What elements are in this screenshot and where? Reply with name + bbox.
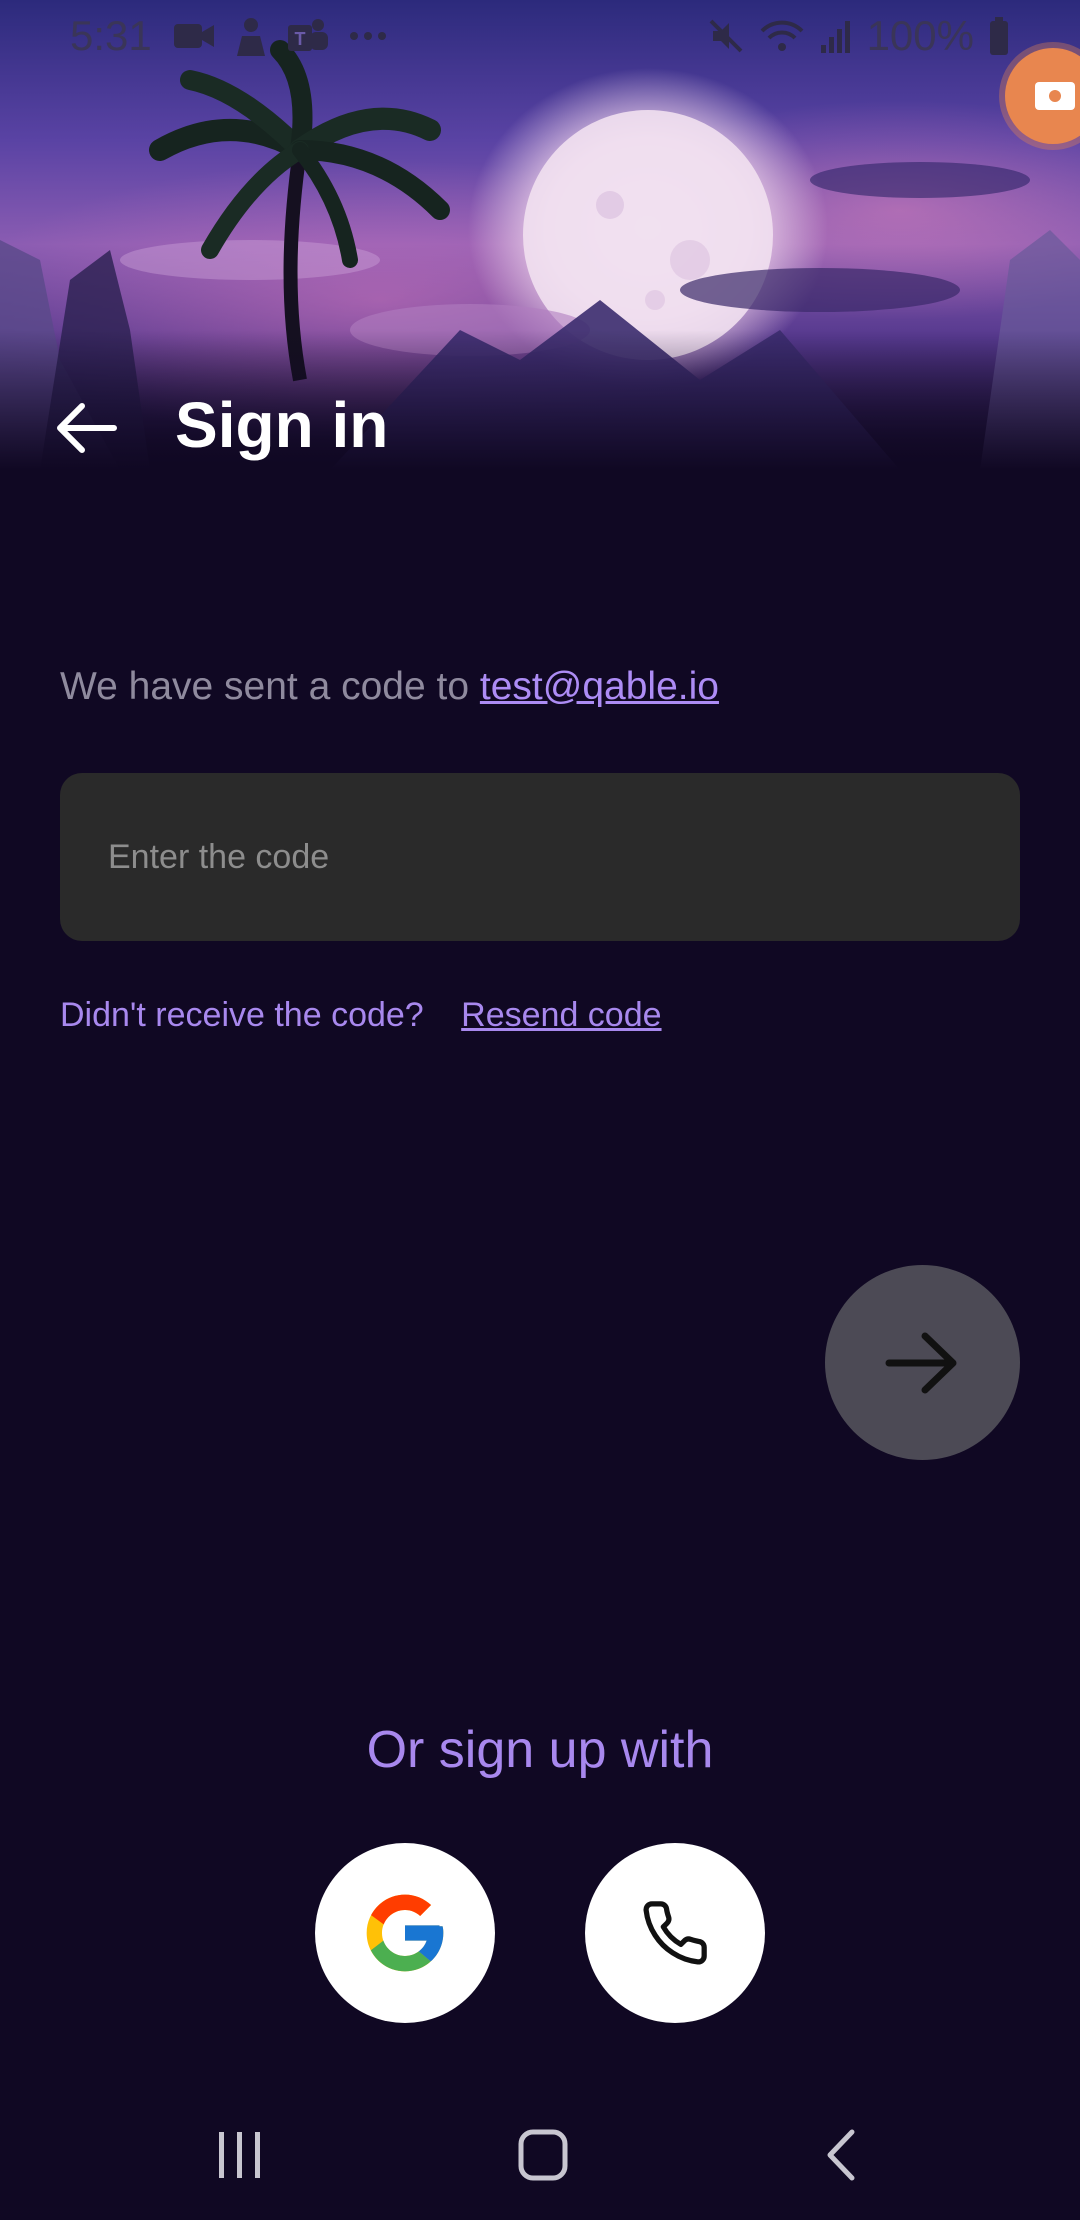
wifi-icon	[760, 20, 804, 51]
video-icon	[174, 24, 214, 48]
code-sent-message: We have sent a code to test@qable.io	[60, 665, 719, 709]
person-icon	[237, 18, 265, 56]
status-time: 5:31	[70, 12, 152, 59]
email-link[interactable]: test@qable.io	[480, 665, 719, 708]
signal-icon	[820, 21, 850, 53]
social-signup-label: Or sign up with	[366, 1721, 714, 1779]
resend-code-link[interactable]: Resend code	[461, 996, 661, 1034]
camera-icon	[1035, 82, 1075, 110]
mute-icon	[709, 19, 742, 53]
teams-icon: T	[288, 19, 328, 51]
back-icon[interactable]	[822, 2128, 858, 2182]
code-input[interactable]	[60, 773, 1020, 941]
status-bar: 5:31 T 100%	[0, 0, 1080, 72]
system-nav-bar	[0, 2100, 1080, 2220]
arrow-left-icon[interactable]	[52, 400, 120, 456]
resend-question: Didn't receive the code?	[60, 996, 424, 1034]
home-icon[interactable]	[517, 2128, 569, 2182]
more-icon	[350, 32, 386, 40]
google-signup-button[interactable]	[315, 1843, 495, 2023]
battery-icon	[990, 17, 1008, 55]
code-sent-label: We have sent a code to	[60, 665, 470, 708]
app-header: Sign in	[0, 370, 1080, 480]
phone-icon	[643, 1901, 707, 1965]
google-icon	[366, 1894, 444, 1972]
resend-row: Didn't receive the code? Resend code	[60, 996, 662, 1035]
recents-icon[interactable]	[215, 2128, 265, 2182]
page-title: Sign in	[175, 389, 389, 461]
battery-percentage: 100%	[866, 12, 974, 59]
phone-signup-button[interactable]	[585, 1843, 765, 2023]
svg-text:T: T	[295, 29, 306, 49]
next-button[interactable]	[825, 1265, 1020, 1460]
arrow-right-icon	[885, 1332, 956, 1393]
